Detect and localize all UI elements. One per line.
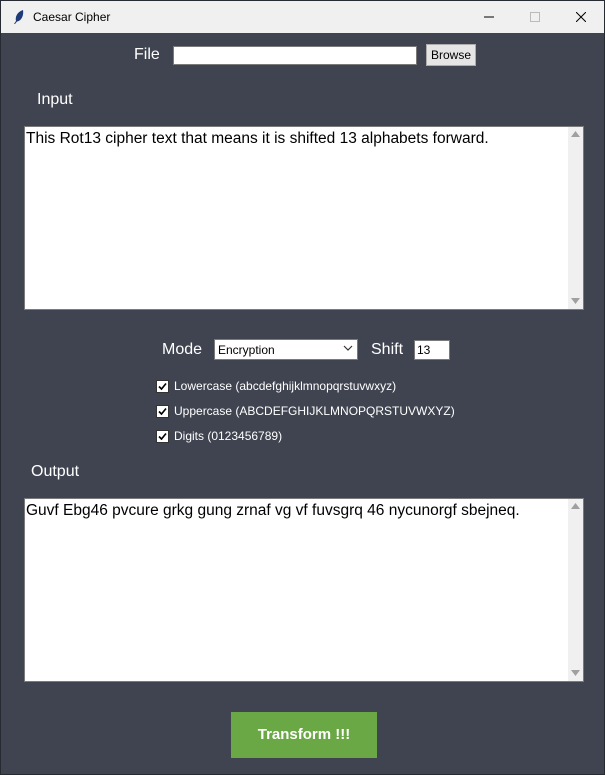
mode-label: Mode [162, 341, 203, 358]
input-text: This Rot13 cipher text that means it is … [26, 130, 489, 147]
app-window: Caesar Cipher File Browse Input This Rot… [0, 0, 605, 775]
uppercase-label: Uppercase (ABCDEFGHIJKLMNOPQRSTUVWXYZ) [174, 404, 455, 418]
scroll-up-icon[interactable] [571, 503, 580, 509]
input-label: Input [37, 91, 73, 108]
lowercase-label: Lowercase (abcdefghijklmnopqrstuvwxyz) [174, 379, 397, 393]
shift-label: Shift [371, 341, 404, 358]
title-bar: Caesar Cipher [1, 1, 604, 33]
browse-button[interactable]: Browse [426, 44, 476, 66]
file-path-input[interactable] [173, 46, 417, 65]
input-textarea[interactable]: This Rot13 cipher text that means it is … [24, 126, 584, 310]
close-icon [576, 12, 586, 22]
input-scrollbar[interactable] [568, 127, 583, 309]
digits-label: Digits (0123456789) [174, 429, 283, 443]
checkmark-icon [158, 407, 167, 416]
file-label: File [134, 46, 160, 63]
shift-input[interactable]: 13 [414, 340, 450, 360]
scroll-up-icon[interactable] [571, 131, 580, 137]
minimize-icon [484, 16, 494, 18]
lowercase-checkbox[interactable] [156, 380, 169, 393]
feather-icon [11, 9, 27, 25]
uppercase-checkbox[interactable] [156, 405, 169, 418]
window-title: Caesar Cipher [33, 10, 111, 24]
chevron-down-icon [343, 345, 353, 351]
digits-checkbox[interactable] [156, 430, 169, 443]
output-text: Guvf Ebg46 pvcure grkg gung zrnaf vg vf … [26, 502, 520, 519]
minimize-button[interactable] [466, 1, 512, 33]
mode-select[interactable]: Encryption [214, 339, 358, 360]
close-button[interactable] [558, 1, 604, 33]
checkmark-icon [158, 432, 167, 441]
mode-select-value: Encryption [218, 343, 275, 357]
maximize-button[interactable] [512, 1, 558, 33]
output-textarea[interactable]: Guvf Ebg46 pvcure grkg gung zrnaf vg vf … [24, 498, 584, 682]
shift-value: 13 [417, 343, 431, 357]
output-scrollbar[interactable] [568, 499, 583, 681]
scroll-down-icon[interactable] [571, 670, 580, 676]
maximize-icon [530, 12, 540, 22]
output-label: Output [31, 463, 80, 480]
scroll-down-icon[interactable] [571, 298, 580, 304]
transform-button[interactable]: Transform !!! [231, 712, 377, 758]
checkmark-icon [158, 382, 167, 391]
